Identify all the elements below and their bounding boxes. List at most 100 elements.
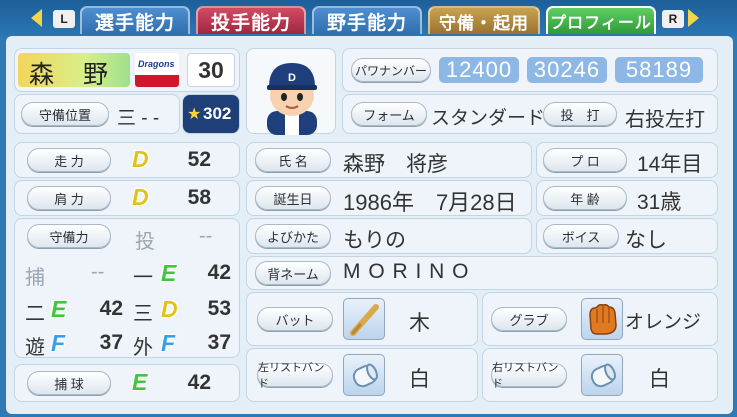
glove-row: グラブ オレンジ	[482, 292, 718, 346]
position-box: 守備位置 三 ‐ ‐	[14, 94, 180, 134]
first-pos: 一	[133, 267, 153, 289]
position-label: 守備位置	[21, 102, 109, 126]
power-number-1: 12400	[439, 57, 519, 83]
short-pos: 遊	[25, 337, 45, 359]
uniform-number: 30	[187, 53, 235, 87]
left-wrist-value: 白	[409, 368, 430, 391]
form-box: フォーム スタンダード８０ 投 打 右投左打	[342, 94, 718, 134]
catch-label: 捕 球	[27, 371, 111, 395]
pitcher-pos: 投	[135, 231, 155, 253]
catch-row: 捕 球 E 42	[14, 364, 240, 402]
power-number-2: 30246	[527, 57, 607, 83]
right-wrist-row: 右リストバンド 白	[482, 348, 718, 402]
voice-value: なし	[625, 229, 667, 252]
full-name-value: 森野 将彦	[343, 153, 448, 176]
birth-row: 誕生日 1986年 7月28日	[246, 180, 532, 216]
bat-label: バット	[257, 307, 333, 331]
age-value: 31歳	[637, 191, 682, 214]
age-label: 年 齢	[543, 186, 627, 210]
position-value: 三 ‐ ‐	[117, 108, 160, 129]
reading-row: よびかた もりの	[246, 218, 532, 254]
catcher-pos: 捕	[25, 267, 45, 289]
arrow-right-icon[interactable]	[688, 9, 699, 27]
bat-value: 木	[409, 312, 430, 335]
tab-player-ability[interactable]: 選手能力	[80, 6, 190, 34]
catcher-value: ‐‐	[91, 261, 105, 283]
left-wrist-row: 左リストバンド 白	[246, 348, 478, 402]
glove-value: オレンジ	[625, 312, 702, 333]
avatar: D	[246, 48, 336, 135]
short-value: 37	[99, 331, 123, 354]
second-pos: 二	[25, 303, 45, 325]
wristband-icon	[581, 354, 623, 396]
arm-value: 58	[187, 186, 211, 209]
birth-label: 誕生日	[255, 186, 331, 210]
catch-grade: E	[132, 369, 148, 395]
run-label: 走 力	[27, 148, 111, 172]
first-grade: E	[161, 260, 177, 286]
third-pos: 三	[133, 303, 153, 325]
age-row: 年 齢 31歳	[536, 180, 718, 216]
bat-row: バット 木	[246, 292, 478, 346]
full-name-label: 氏 名	[255, 148, 331, 172]
defense-box: 守備力 投 ‐‐ 捕 ‐‐ 一 E 42 二 E 42 三 D 53 遊 F 3…	[14, 218, 240, 359]
back-name-label: 背ネーム	[255, 261, 331, 285]
back-name-value: M O R I N O	[343, 260, 470, 283]
outfield-grade: F	[161, 330, 176, 356]
outfield-value: 37	[207, 331, 231, 354]
voice-row: ボイス なし	[536, 218, 718, 254]
wristband-icon	[343, 354, 385, 396]
form-label: フォーム	[351, 102, 427, 126]
pro-label: プ ロ	[543, 148, 627, 172]
defense-label: 守備力	[27, 224, 111, 248]
short-grade: F	[51, 330, 66, 356]
pitcher-value: ‐‐	[199, 225, 213, 247]
l-button[interactable]: L	[53, 10, 75, 28]
outfield-pos: 外	[133, 337, 153, 359]
power-number-3: 58189	[615, 57, 703, 83]
r-button[interactable]: R	[662, 10, 684, 28]
reading-label: よびかた	[255, 224, 331, 248]
tab-defense-usage[interactable]: 守備・起用	[428, 6, 540, 34]
second-value: 42	[99, 297, 123, 320]
glove-icon	[581, 298, 623, 340]
left-wrist-label: 左リストバンド	[257, 362, 333, 390]
rating-box: ★ 302	[182, 94, 240, 134]
team-logo: Dragons	[135, 53, 179, 87]
arm-label: 肩 力	[27, 186, 111, 210]
arrow-left-icon[interactable]	[31, 9, 42, 27]
second-grade: E	[51, 296, 67, 322]
run-grade: D	[132, 146, 149, 172]
rating-value: 302	[203, 104, 232, 123]
bat-throw-label: 投 打	[543, 102, 617, 126]
birth-value: 1986年 7月28日	[343, 190, 517, 215]
voice-label: ボイス	[543, 224, 619, 248]
star-icon: ★	[187, 106, 202, 123]
right-wrist-value: 白	[649, 368, 670, 391]
svg-text:D: D	[288, 72, 296, 84]
tab-bar: L 選手能力 投手能力 野手能力 守備・起用 プロフィール R	[0, 0, 737, 36]
bat-throw-value: 右投左打	[625, 109, 705, 131]
power-number-label: パワナンバー	[351, 58, 431, 82]
catch-value: 42	[187, 371, 211, 394]
back-name-row: 背ネーム M O R I N O	[246, 256, 718, 290]
third-grade: D	[161, 296, 178, 322]
power-number-box: パワナンバー 12400 30246 58189	[342, 48, 718, 92]
first-value: 42	[207, 261, 231, 284]
arm-row: 肩 力 D 58	[14, 180, 240, 216]
tab-profile[interactable]: プロフィール	[546, 6, 656, 34]
reading-value: もりの	[343, 229, 406, 252]
glove-label: グラブ	[491, 307, 567, 331]
player-name: 森 野	[29, 61, 111, 89]
tab-pitcher-ability[interactable]: 投手能力	[196, 6, 306, 34]
right-wrist-label: 右リストバンド	[491, 362, 567, 390]
arm-grade: D	[132, 184, 149, 210]
bat-icon	[343, 298, 385, 340]
third-value: 53	[207, 297, 231, 320]
run-row: 走 力 D 52	[14, 142, 240, 178]
name-header: 森 野 Dragons 30	[14, 48, 240, 92]
tab-fielder-ability[interactable]: 野手能力	[312, 6, 422, 34]
pro-row: プ ロ 14年目	[536, 142, 718, 178]
pro-value: 14年目	[637, 153, 703, 176]
name-row: 氏 名 森野 将彦	[246, 142, 532, 178]
